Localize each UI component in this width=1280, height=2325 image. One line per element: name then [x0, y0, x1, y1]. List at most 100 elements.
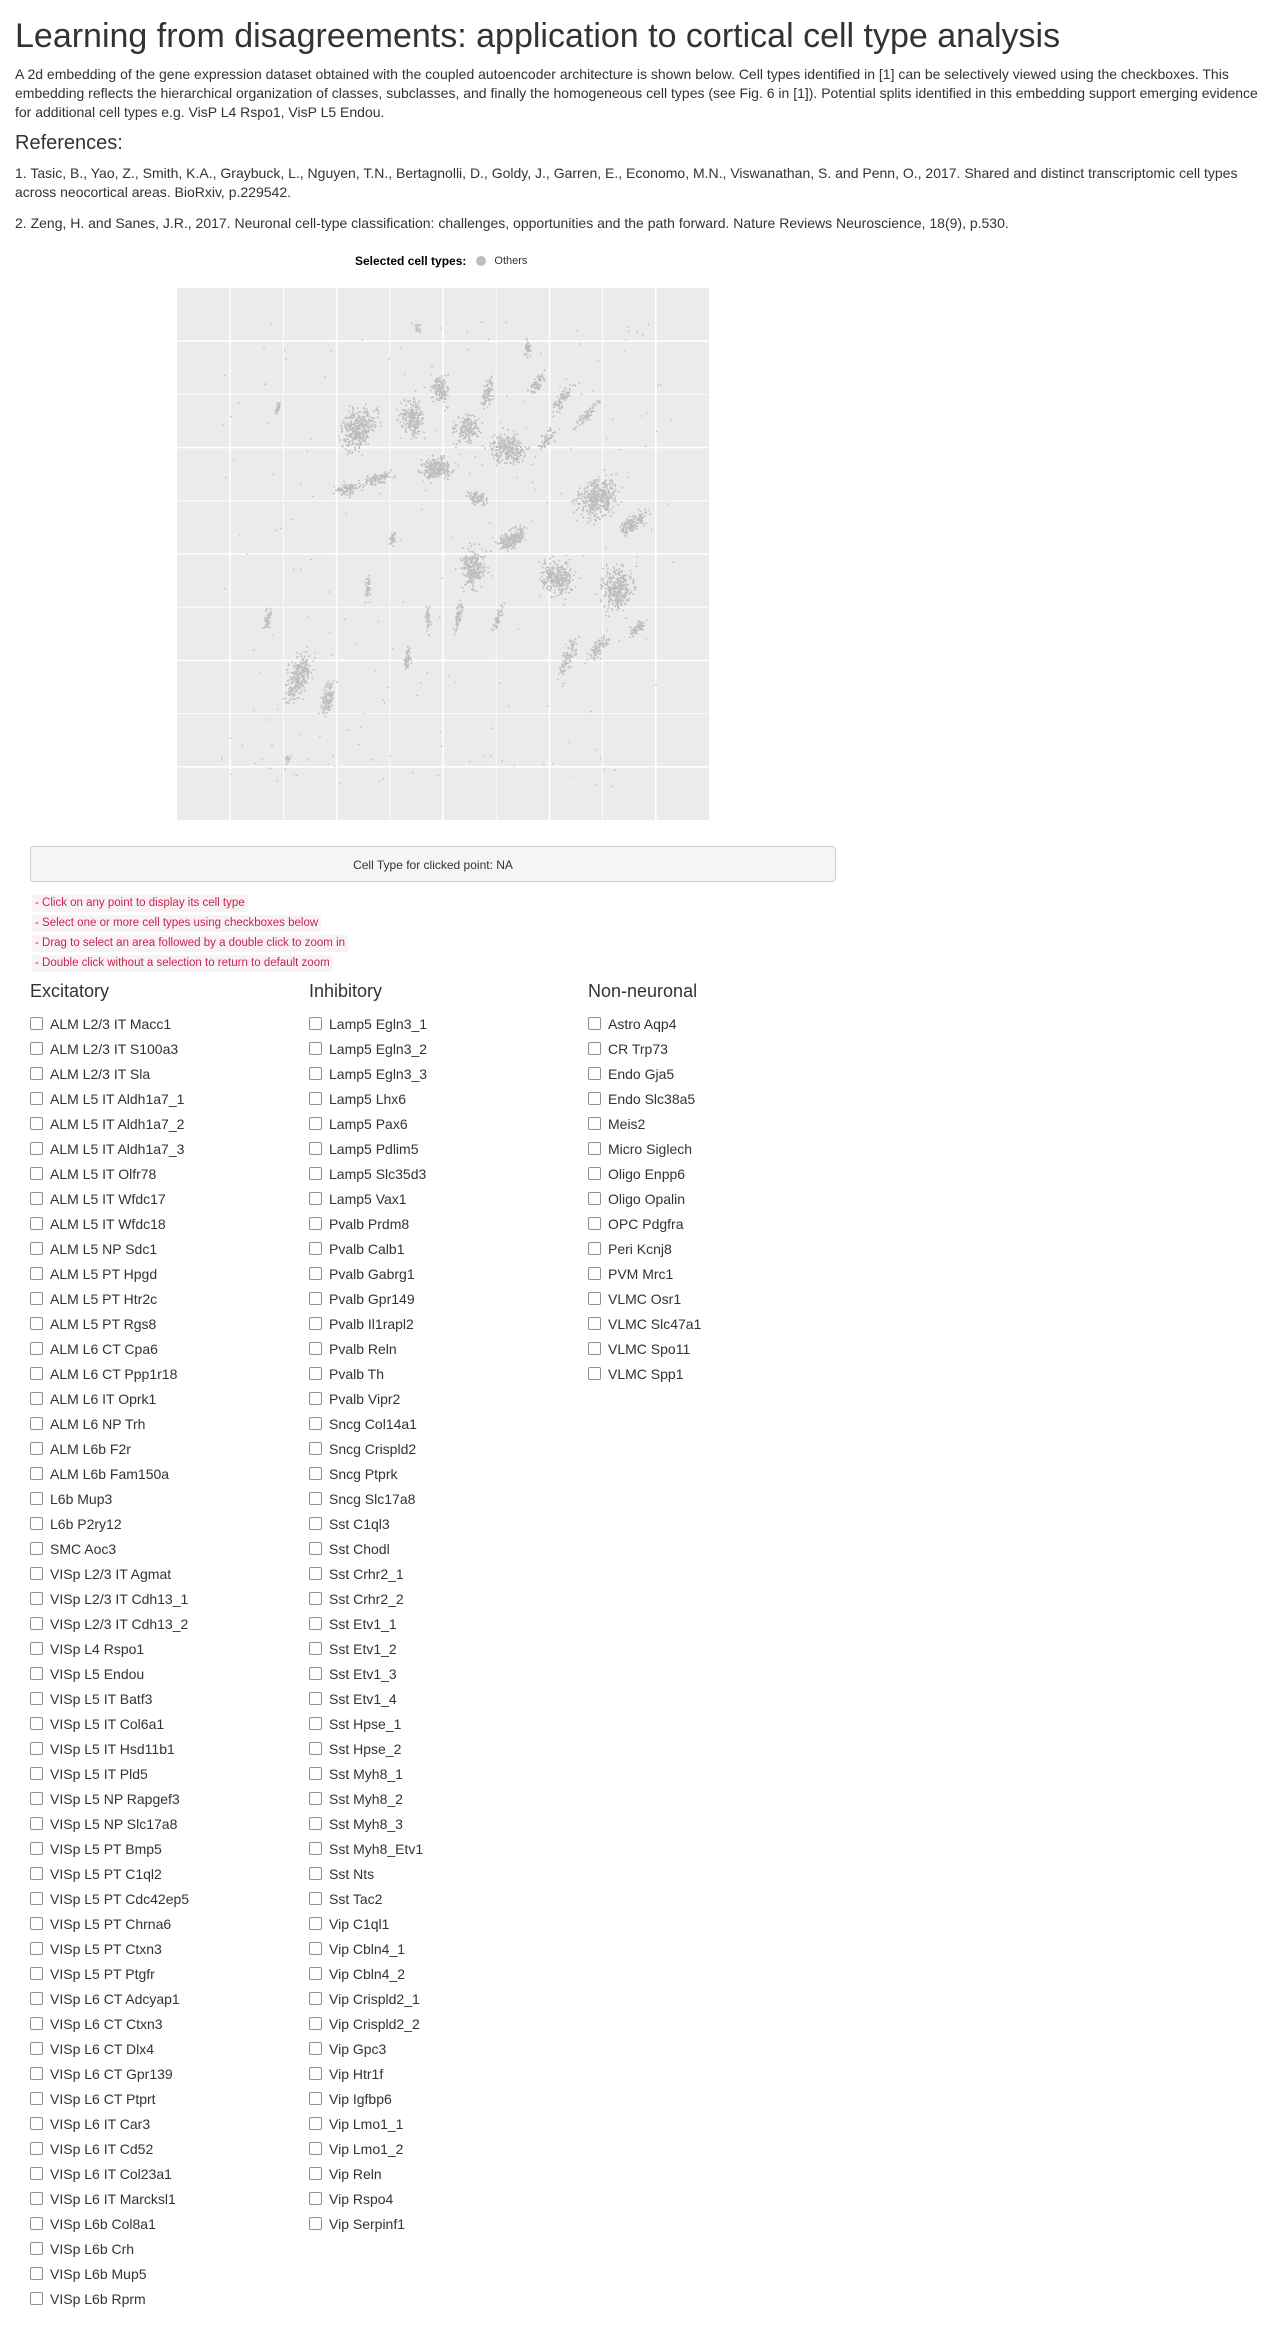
checkbox[interactable] [309, 1067, 322, 1080]
celltype-checkbox-row[interactable]: Sncg Col14a1 [309, 1411, 579, 1436]
celltype-checkbox-row[interactable]: Sst Etv1_3 [309, 1661, 579, 1686]
checkbox[interactable] [30, 1292, 43, 1305]
celltype-checkbox-row[interactable]: ALM L5 IT Aldh1a7_1 [30, 1086, 300, 1111]
celltype-checkbox-row[interactable]: VISp L6 IT Col23a1 [30, 2161, 300, 2186]
checkbox[interactable] [30, 1392, 43, 1405]
checkbox[interactable] [588, 1367, 601, 1380]
checkbox[interactable] [309, 1592, 322, 1605]
celltype-checkbox-row[interactable]: Sst Etv1_1 [309, 1611, 579, 1636]
celltype-checkbox-row[interactable]: Sst Hpse_2 [309, 1736, 579, 1761]
checkbox[interactable] [588, 1167, 601, 1180]
checkbox[interactable] [309, 1792, 322, 1805]
celltype-checkbox-row[interactable]: Endo Gja5 [588, 1061, 858, 1086]
celltype-checkbox-row[interactable]: ALM L5 IT Olfr78 [30, 1161, 300, 1186]
checkbox[interactable] [30, 1267, 43, 1280]
checkbox[interactable] [309, 1567, 322, 1580]
checkbox[interactable] [588, 1192, 601, 1205]
checkbox[interactable] [30, 1517, 43, 1530]
checkbox[interactable] [588, 1342, 601, 1355]
celltype-checkbox-row[interactable]: Sst Myh8_Etv1 [309, 1836, 579, 1861]
celltype-checkbox-row[interactable]: Vip Serpinf1 [309, 2211, 579, 2236]
embedding-scatter-plot[interactable] [177, 288, 709, 820]
checkbox[interactable] [30, 1192, 43, 1205]
checkbox[interactable] [30, 1092, 43, 1105]
celltype-checkbox-row[interactable]: VISp L5 PT Chrna6 [30, 1911, 300, 1936]
checkbox[interactable] [588, 1292, 601, 1305]
celltype-checkbox-row[interactable]: Pvalb Reln [309, 1336, 579, 1361]
celltype-checkbox-row[interactable]: Sst Myh8_3 [309, 1811, 579, 1836]
checkbox[interactable] [309, 1767, 322, 1780]
checkbox[interactable] [309, 1167, 322, 1180]
checkbox[interactable] [588, 1042, 601, 1055]
checkbox[interactable] [309, 1817, 322, 1830]
celltype-checkbox-row[interactable]: ALM L5 NP Sdc1 [30, 1236, 300, 1261]
celltype-checkbox-row[interactable]: ALM L6 CT Ppp1r18 [30, 1361, 300, 1386]
celltype-checkbox-row[interactable]: Lamp5 Vax1 [309, 1186, 579, 1211]
celltype-checkbox-row[interactable]: Sst Tac2 [309, 1886, 579, 1911]
checkbox[interactable] [30, 1567, 43, 1580]
celltype-checkbox-row[interactable]: Vip C1ql1 [309, 1911, 579, 1936]
checkbox[interactable] [309, 1692, 322, 1705]
checkbox[interactable] [30, 1017, 43, 1030]
checkbox[interactable] [588, 1067, 601, 1080]
checkbox[interactable] [588, 1142, 601, 1155]
celltype-checkbox-row[interactable]: VISp L6b Mup5 [30, 2261, 300, 2286]
celltype-checkbox-row[interactable]: VLMC Spo11 [588, 1336, 858, 1361]
checkbox[interactable] [30, 2067, 43, 2080]
checkbox[interactable] [30, 1217, 43, 1230]
celltype-checkbox-row[interactable]: VISp L5 PT Bmp5 [30, 1836, 300, 1861]
celltype-checkbox-row[interactable]: Vip Cbln4_1 [309, 1936, 579, 1961]
celltype-checkbox-row[interactable]: VLMC Slc47a1 [588, 1311, 858, 1336]
celltype-checkbox-row[interactable]: Oligo Enpp6 [588, 1161, 858, 1186]
celltype-checkbox-row[interactable]: VISp L6 IT Marcksl1 [30, 2186, 300, 2211]
checkbox[interactable] [30, 1917, 43, 1930]
checkbox[interactable] [309, 1517, 322, 1530]
checkbox[interactable] [309, 1092, 322, 1105]
celltype-checkbox-row[interactable]: VISp L6 CT Dlx4 [30, 2036, 300, 2061]
checkbox[interactable] [309, 1942, 322, 1955]
celltype-checkbox-row[interactable]: Lamp5 Lhx6 [309, 1086, 579, 1111]
checkbox[interactable] [30, 1167, 43, 1180]
celltype-checkbox-row[interactable]: Pvalb Gabrg1 [309, 1261, 579, 1286]
celltype-checkbox-row[interactable]: CR Trp73 [588, 1036, 858, 1061]
celltype-checkbox-row[interactable]: VISp L5 IT Hsd11b1 [30, 1736, 300, 1761]
checkbox[interactable] [309, 1417, 322, 1430]
celltype-checkbox-row[interactable]: Vip Crispld2_1 [309, 1986, 579, 2011]
celltype-checkbox-row[interactable]: ALM L5 PT Rgs8 [30, 1311, 300, 1336]
celltype-checkbox-row[interactable]: ALM L5 PT Hpgd [30, 1261, 300, 1286]
checkbox[interactable] [309, 1492, 322, 1505]
checkbox[interactable] [30, 2117, 43, 2130]
celltype-checkbox-row[interactable]: VLMC Spp1 [588, 1361, 858, 1386]
celltype-checkbox-row[interactable]: Pvalb Vipr2 [309, 1386, 579, 1411]
checkbox[interactable] [30, 1867, 43, 1880]
checkbox[interactable] [30, 1242, 43, 1255]
checkbox[interactable] [309, 2167, 322, 2180]
celltype-checkbox-row[interactable]: Sst Hpse_1 [309, 1711, 579, 1736]
checkbox[interactable] [30, 2167, 43, 2180]
checkbox[interactable] [309, 1142, 322, 1155]
celltype-checkbox-row[interactable]: Lamp5 Pax6 [309, 1111, 579, 1136]
checkbox[interactable] [30, 1967, 43, 1980]
celltype-checkbox-row[interactable]: Vip Lmo1_2 [309, 2136, 579, 2161]
celltype-checkbox-row[interactable]: Sst Myh8_2 [309, 1786, 579, 1811]
celltype-checkbox-row[interactable]: VISp L6 IT Car3 [30, 2111, 300, 2136]
celltype-checkbox-row[interactable]: ALM L6 IT Oprk1 [30, 1386, 300, 1411]
checkbox[interactable] [309, 1917, 322, 1930]
celltype-checkbox-row[interactable]: VISp L5 IT Batf3 [30, 1686, 300, 1711]
celltype-checkbox-row[interactable]: Lamp5 Egln3_3 [309, 1061, 579, 1086]
checkbox[interactable] [588, 1117, 601, 1130]
celltype-checkbox-row[interactable]: Sncg Slc17a8 [309, 1486, 579, 1511]
checkbox[interactable] [309, 2192, 322, 2205]
checkbox[interactable] [30, 1992, 43, 2005]
checkbox[interactable] [30, 2292, 43, 2305]
celltype-checkbox-row[interactable]: VISp L2/3 IT Cdh13_1 [30, 1586, 300, 1611]
checkbox[interactable] [30, 1367, 43, 1380]
celltype-checkbox-row[interactable]: ALM L5 IT Wfdc17 [30, 1186, 300, 1211]
checkbox[interactable] [30, 1767, 43, 1780]
checkbox[interactable] [588, 1092, 601, 1105]
checkbox[interactable] [30, 1467, 43, 1480]
celltype-checkbox-row[interactable]: VISp L5 Endou [30, 1661, 300, 1686]
checkbox[interactable] [588, 1267, 601, 1280]
celltype-checkbox-row[interactable]: Sst Crhr2_1 [309, 1561, 579, 1586]
celltype-checkbox-row[interactable]: Vip Lmo1_1 [309, 2111, 579, 2136]
